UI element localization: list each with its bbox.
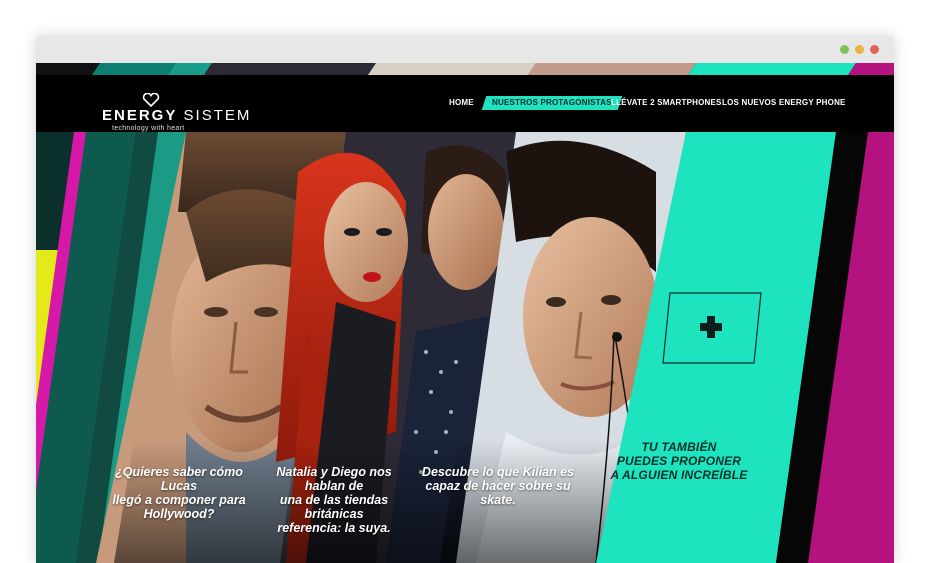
nav-item-label: HOME <box>449 98 474 107</box>
window-title-bar <box>36 36 894 63</box>
caption-line: Descubre lo que Kilian es <box>421 465 575 479</box>
nav-item-label: LLÉVATE 2 SMARTPHONES <box>611 98 722 107</box>
site-header: ENERGY SISTEM technology with heart HOME… <box>36 75 894 132</box>
window-dot-yellow[interactable] <box>855 45 864 54</box>
caption-line: una de las tiendas británicas <box>279 493 389 521</box>
panel-2-caption[interactable]: Natalia y Diego nos hablan de una de las… <box>258 465 410 535</box>
window-dot-green[interactable] <box>840 45 849 54</box>
cta-line: PUEDES PROPONER <box>616 454 742 468</box>
propose-plus-button[interactable] <box>662 292 762 364</box>
caption-line: ¿Quieres saber cómo Lucas <box>115 465 243 493</box>
panel-1-caption[interactable]: ¿Quieres saber cómo Lucas llegó a compon… <box>104 465 254 521</box>
caption-line: Hollywood? <box>143 507 215 521</box>
panel-3-caption[interactable]: Descubre lo que Kilian es capaz de hacer… <box>418 465 578 507</box>
caption-line: referencia: la suya. <box>277 521 391 535</box>
brand-tagline: technology with heart <box>112 125 185 132</box>
nav-item-llevate-smartphones[interactable]: LLÉVATE 2 SMARTPHONES <box>611 96 722 110</box>
caption-line: Natalia y Diego nos hablan de <box>276 465 392 493</box>
nav-item-nuestros-protagonistas[interactable]: NUESTROS PROTAGONISTAS <box>481 96 622 110</box>
nav-item-home[interactable]: HOME <box>449 96 474 110</box>
propose-cta-text[interactable]: TU TAMBIÉN PUEDES PROPONER A ALGUIEN INC… <box>604 440 754 482</box>
caption-line: capaz de hacer sobre su skate. <box>425 479 571 507</box>
top-color-strip <box>36 63 894 75</box>
caption-line: llegó a componer para <box>112 493 246 507</box>
hero-stage: ¿Quieres saber cómo Lucas llegó a compon… <box>36 132 894 563</box>
website-viewport: ENERGY SISTEM technology with heart HOME… <box>36 63 894 563</box>
nav-item-nuevos-energy-phone[interactable]: LOS NUEVOS ENERGY PHONE <box>722 96 846 110</box>
nav-item-label: LOS NUEVOS ENERGY PHONE <box>722 98 846 107</box>
cta-line: TU TAMBIÉN <box>641 440 717 454</box>
browser-window: ENERGY SISTEM technology with heart HOME… <box>36 36 894 563</box>
window-dot-red[interactable] <box>870 45 879 54</box>
main-navigation: HOME NUESTROS PROTAGONISTAS LLÉVATE 2 SM… <box>36 96 894 110</box>
cta-line: A ALGUIEN INCREÍBLE <box>610 468 748 482</box>
plus-icon <box>700 316 722 338</box>
nav-item-label: NUESTROS PROTAGONISTAS <box>492 98 612 107</box>
